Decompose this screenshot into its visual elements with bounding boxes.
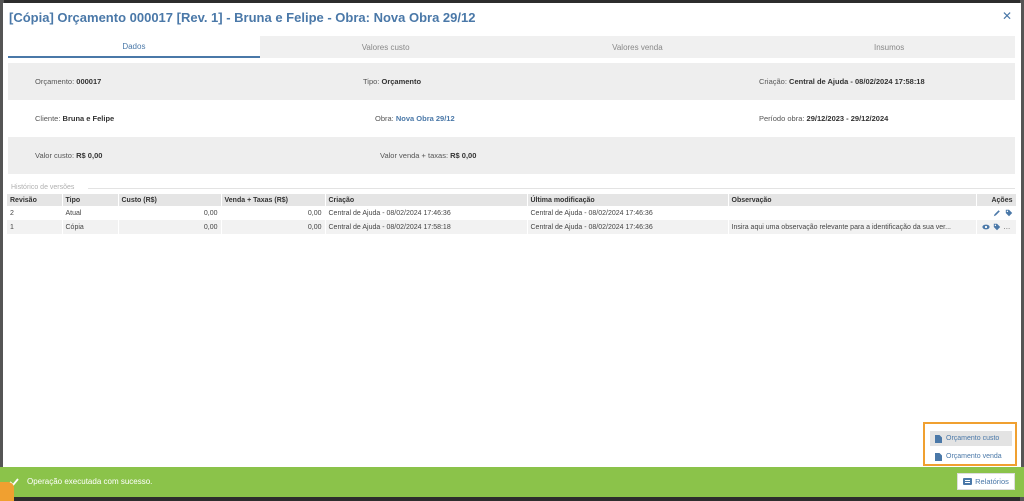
periodo-label: Período obra: (759, 114, 805, 123)
col-criacao[interactable]: Criação (325, 194, 528, 206)
close-icon[interactable]: ✕ (1002, 9, 1012, 23)
criacao-field: Criação: Central de Ajuda - 08/02/2024 1… (759, 77, 925, 86)
col-acoes: Ações (976, 194, 1017, 206)
eye-icon[interactable] (981, 223, 990, 231)
valor-venda-field: Valor venda + taxas: R$ 0,00 (380, 151, 476, 160)
criacao-label: Criação: (759, 77, 787, 86)
tipo-value: Orçamento (381, 77, 422, 86)
reports-button-label: Relatórios (975, 477, 1009, 486)
valor-custo-value: R$ 0,00 (76, 151, 103, 160)
cell-acoes (976, 206, 1017, 220)
report-icon (963, 478, 973, 485)
report-orcamento-venda-label: Orçamento venda (946, 453, 1002, 460)
cell-venda: 0,00 (221, 206, 326, 220)
col-venda[interactable]: Venda + Taxas (R$) (221, 194, 326, 206)
cell-tipo: Cópia (62, 220, 119, 234)
document-icon (935, 452, 942, 461)
cell-observacao: Insira aqui uma observação relevante par… (728, 220, 977, 234)
tipo-field: Tipo: Orçamento (363, 77, 421, 86)
report-orcamento-custo-label: Orçamento custo (946, 435, 1000, 442)
orcamento-field: Orçamento: 000017 (35, 77, 101, 86)
obra-label: Obra: (375, 114, 394, 123)
tab-valores-venda[interactable]: Valores venda (511, 36, 764, 58)
tag-icon[interactable] (993, 223, 1001, 231)
info-row-3: Valor custo: R$ 0,00 Valor venda + taxas… (8, 137, 1015, 174)
tag-icon[interactable] (1005, 209, 1013, 217)
periodo-field: Período obra: 29/12/2023 - 29/12/2024 (759, 114, 888, 123)
col-tipo[interactable]: Tipo (62, 194, 119, 206)
orcamento-label: Orçamento: (35, 77, 75, 86)
cliente-value: Bruna e Felipe (62, 114, 115, 123)
orcamento-modal: [Cópia] Orçamento 000017 [Rev. 1] - Brun… (3, 3, 1021, 467)
cell-acoes (976, 220, 1017, 234)
modal-title: [Cópia] Orçamento 000017 [Rev. 1] - Brun… (9, 10, 476, 25)
document-icon (935, 434, 942, 443)
cell-modificacao: Central de Ajuda - 08/02/2024 17:46:36 (527, 206, 729, 220)
history-divider (88, 188, 1015, 189)
cell-venda: 0,00 (221, 220, 326, 234)
report-orcamento-venda[interactable]: Orçamento venda (930, 449, 1012, 464)
cell-tipo: Atual (62, 206, 119, 220)
col-observacao[interactable]: Observação (728, 194, 977, 206)
valor-custo-field: Valor custo: R$ 0,00 (35, 151, 102, 160)
info-row-1: Orçamento: 000017 Tipo: Orçamento Criaçã… (8, 63, 1015, 100)
orcamento-value: 000017 (76, 77, 102, 86)
help-widget-icon[interactable] (0, 482, 14, 501)
cell-criacao: Central de Ajuda - 08/02/2024 17:58:18 (325, 220, 528, 234)
info-row-2: Cliente: Bruna e Felipe Obra: Nova Obra … (8, 100, 1015, 137)
periodo-value: 29/12/2023 - 29/12/2024 (806, 114, 889, 123)
valor-venda-label: Valor venda + taxas: (380, 151, 449, 160)
edit-icon[interactable] (993, 209, 1001, 217)
cliente-field: Cliente: Bruna e Felipe (35, 114, 114, 123)
trash-icon[interactable] (1005, 223, 1013, 231)
valor-venda-value: R$ 0,00 (450, 151, 477, 160)
cell-custo: 0,00 (118, 220, 222, 234)
report-orcamento-custo[interactable]: Orçamento custo (930, 431, 1012, 446)
cell-revisao: 2 (7, 206, 63, 220)
col-revisao[interactable]: Revisão (7, 194, 63, 206)
tipo-label: Tipo: (363, 77, 380, 86)
reports-menu: Orçamento custo Orçamento venda (923, 422, 1017, 466)
cell-observacao (728, 206, 977, 220)
cell-criacao: Central de Ajuda - 08/02/2024 17:46:36 (325, 206, 528, 220)
history-section-label: Histórico de versões (11, 184, 75, 191)
tab-valores-custo[interactable]: Valores custo (259, 36, 512, 58)
obra-link[interactable]: Nova Obra 29/12 (396, 114, 455, 123)
table-row[interactable]: 1 Cópia 0,00 0,00 Central de Ajuda - 08/… (7, 220, 1017, 234)
success-toast: Operação executada com sucesso. (0, 467, 1024, 497)
history-header-row: Revisão Tipo Custo (R$) Venda + Taxas (R… (7, 194, 1017, 206)
tab-bar: Dados Valores custo Valores venda Insumo… (8, 36, 1015, 58)
cell-revisao: 1 (7, 220, 63, 234)
tab-insumos[interactable]: Insumos (763, 36, 1015, 58)
cell-modificacao: Central de Ajuda - 08/02/2024 17:46:36 (527, 220, 729, 234)
table-row[interactable]: 2 Atual 0,00 0,00 Central de Ajuda - 08/… (7, 206, 1017, 220)
history-table: Revisão Tipo Custo (R$) Venda + Taxas (R… (7, 194, 1017, 234)
cliente-label: Cliente: (35, 114, 61, 123)
criacao-value: Central de Ajuda - 08/02/2024 17:58:18 (789, 77, 925, 86)
col-modificacao[interactable]: Última modificação (527, 194, 729, 206)
toast-message: Operação executada com sucesso. (27, 477, 153, 486)
col-custo[interactable]: Custo (R$) (118, 194, 222, 206)
obra-field: Obra: Nova Obra 29/12 (375, 114, 455, 123)
valor-custo-label: Valor custo: (35, 151, 75, 160)
tab-dados[interactable]: Dados (8, 36, 260, 58)
reports-button[interactable]: Relatórios (957, 473, 1015, 490)
cell-custo: 0,00 (118, 206, 222, 220)
